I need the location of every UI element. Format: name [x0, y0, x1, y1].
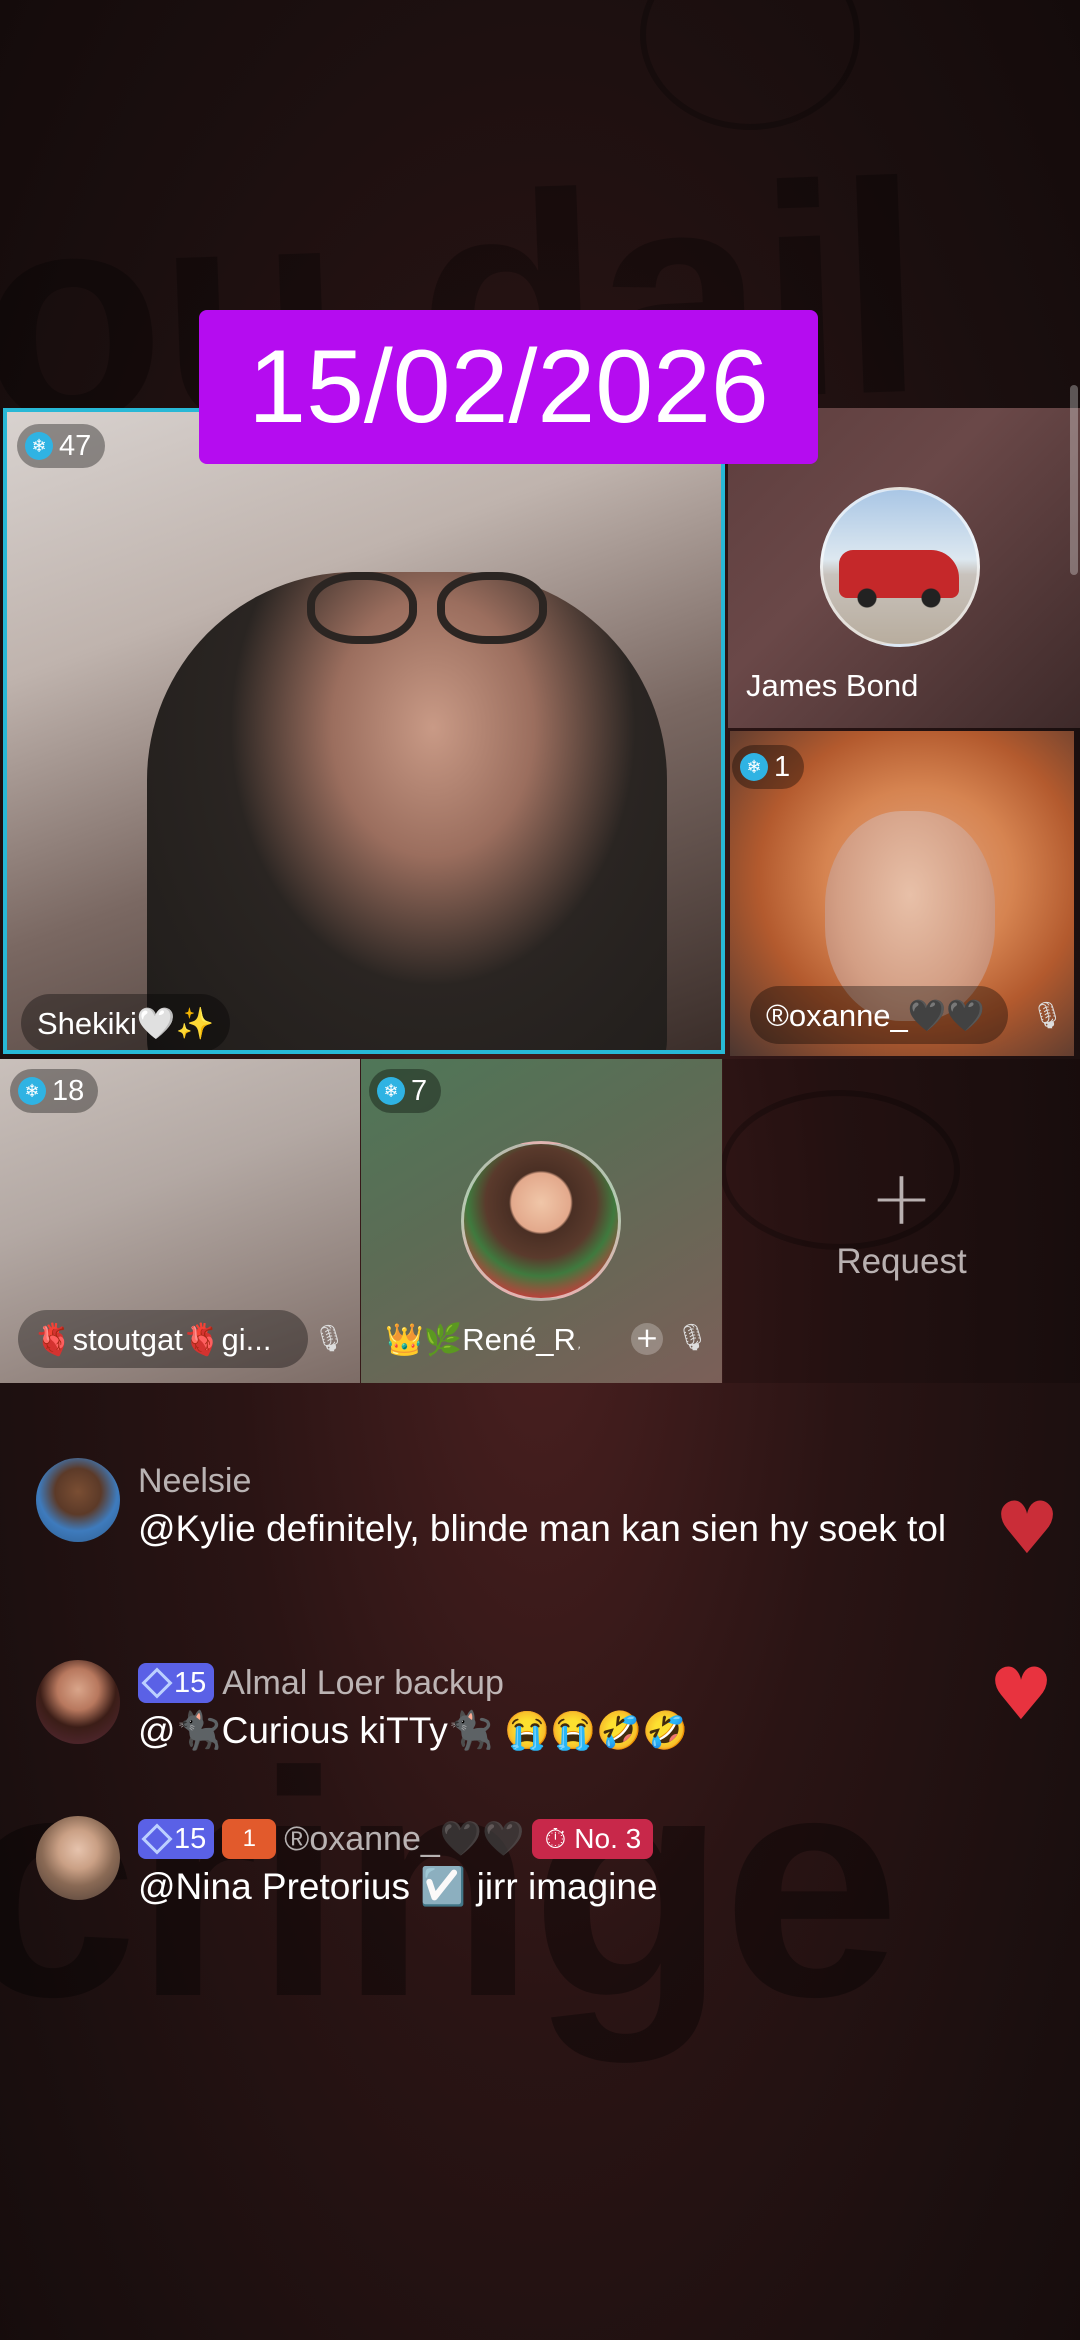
guest-name[interactable]: ®oxanne_🖤🖤: [750, 986, 1008, 1044]
gem-icon: ❄: [740, 753, 768, 781]
rank-value: No. 3: [574, 1823, 642, 1854]
score-badge: ❄ 18: [10, 1069, 99, 1113]
comment-header: 15 1 ®oxanne_🖤🖤 ⏱ No. 3: [138, 1816, 1046, 1862]
diamond-icon: [141, 1667, 173, 1699]
comment-header: Neelsie: [138, 1458, 1046, 1504]
add-icon[interactable]: +: [631, 1323, 663, 1355]
commenter-avatar[interactable]: [36, 1816, 120, 1900]
commenter-avatar[interactable]: [36, 1660, 120, 1744]
score-value: 47: [59, 429, 92, 462]
gem-icon: ❄: [18, 1077, 46, 1105]
commenter-avatar[interactable]: [36, 1458, 120, 1542]
mic-off-icon: 🎙: [1030, 1001, 1064, 1031]
score-badge: ❄ 1: [732, 745, 805, 789]
comment-username[interactable]: ®oxanne_🖤🖤: [284, 1819, 524, 1859]
level-value: 15: [174, 1666, 207, 1699]
rene-avatar[interactable]: [461, 1141, 621, 1301]
level-badge: 15: [138, 1819, 215, 1859]
rank-badge: ⏱ No. 3: [532, 1819, 654, 1859]
car-graphic: [839, 550, 959, 608]
comment-username[interactable]: Almal Loer backup: [222, 1664, 504, 1703]
guest-tile-stoutgat[interactable]: ❄ 18 🫀stoutgat🫀gi... 🎙: [0, 1059, 360, 1383]
score-badge: ❄ 47: [17, 424, 106, 468]
gem-icon: ❄: [25, 432, 53, 460]
james-bond-avatar[interactable]: [820, 487, 980, 647]
gem-icon: ❄: [377, 1077, 405, 1105]
stopwatch-icon: ⏱: [544, 1822, 567, 1854]
request-button[interactable]: + Request: [723, 1059, 1080, 1383]
diamond-icon: [141, 1823, 173, 1855]
comment-item[interactable]: Neelsie @Kylie definitely, blinde man ka…: [36, 1458, 1046, 1608]
date-banner: 15/02/2026: [199, 310, 818, 464]
comment-text: @🐈‍⬛Curious kiTTy🐈‍⬛ 😭😭🤣🤣: [138, 1710, 689, 1751]
comment-item[interactable]: 15 1 ®oxanne_🖤🖤 ⏱ No. 3 @Nina Pretorius ☑…: [36, 1816, 1046, 1916]
mic-off-icon: 🎙: [675, 1323, 709, 1353]
comment-text: @Nina Pretorius ☑️ jirr imagine: [138, 1866, 658, 1907]
request-label: Request: [836, 1242, 967, 1281]
heart-icon[interactable]: ♥: [989, 1492, 1065, 1564]
level-badge: 15: [138, 1663, 215, 1703]
side-handle[interactable]: [1070, 385, 1078, 575]
plus-icon: +: [869, 1153, 934, 1242]
guest-name[interactable]: 👑🌿René_R...: [381, 1310, 581, 1368]
comment-item[interactable]: 15 Almal Loer backup @🐈‍⬛Curious kiTTy🐈‍…: [36, 1660, 1046, 1760]
comment-username[interactable]: Neelsie: [138, 1462, 251, 1501]
doodle-face: [640, 0, 860, 130]
fan-badge: 1: [222, 1819, 277, 1859]
james-bond-name: James Bond: [746, 668, 919, 703]
host-name[interactable]: Shekiki🤍✨: [21, 994, 231, 1050]
score-value: 1: [774, 750, 791, 783]
comment-text: @Kylie definitely, blinde man kan sien h…: [138, 1508, 947, 1549]
score-value: 18: [52, 1074, 85, 1107]
guest-tile-oxanne[interactable]: ❄ 1 ®oxanne_🖤🖤 🎙: [730, 731, 1074, 1056]
score-badge: ❄ 7: [369, 1069, 442, 1113]
guest-name[interactable]: 🫀stoutgat🫀gi...: [18, 1310, 308, 1368]
level-value: 15: [174, 1822, 207, 1855]
comment-header: 15 Almal Loer backup: [138, 1660, 1046, 1706]
score-value: 7: [411, 1074, 428, 1107]
mic-off-icon: 🎙: [312, 1324, 346, 1354]
glasses-graphic: [307, 572, 567, 652]
main-video-tile[interactable]: ❄ 47 Shekiki🤍✨: [3, 408, 725, 1054]
heart-icon[interactable]: ♥: [983, 1658, 1059, 1730]
